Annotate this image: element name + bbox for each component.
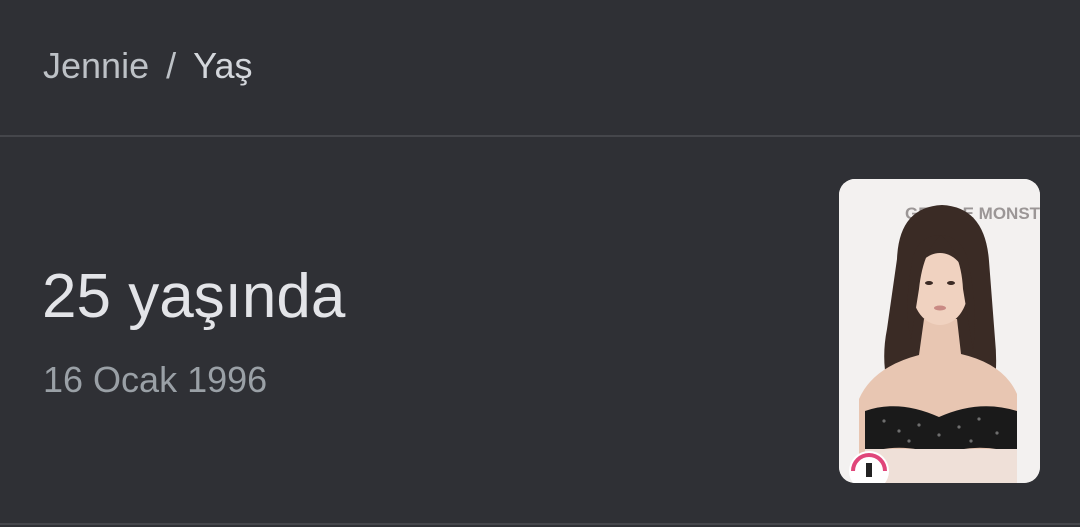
breadcrumb-parent[interactable]: Jennie [43,45,149,87]
person-photo-icon: GENTLE MONST [839,179,1040,483]
divider [0,135,1080,137]
breadcrumb-separator: / [166,45,177,86]
bottom-divider [0,523,1080,525]
birth-date: 16 Ocak 1996 [43,359,268,400]
answer-card: Jennie / Yaş 25 yaşında 16 Ocak 1996 GEN… [0,0,1080,527]
person-photo[interactable]: GENTLE MONST [839,179,1040,483]
breadcrumb: Jennie / Yaş [43,44,252,88]
breadcrumb-current: Yaş [193,45,253,86]
age-value: 25 yaşında [42,262,346,331]
